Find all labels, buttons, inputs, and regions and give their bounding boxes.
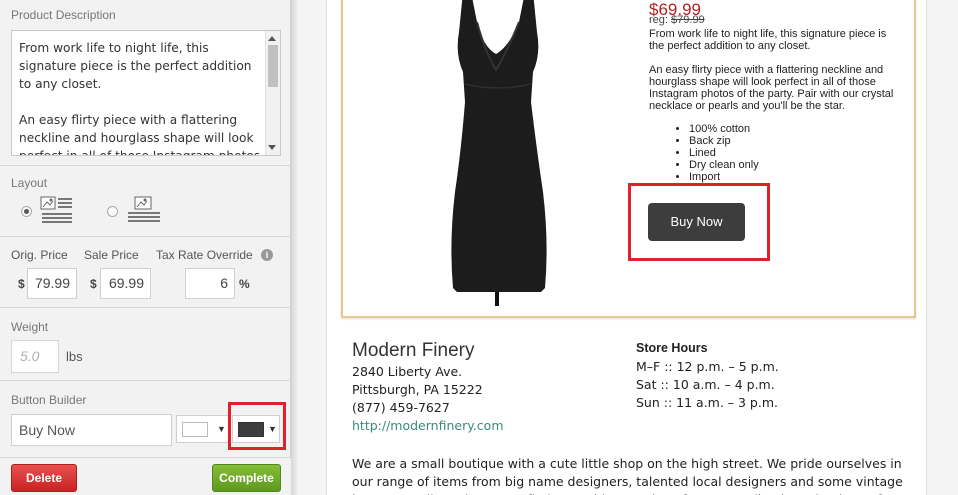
product-description-paragraph: From work life to night life, this signa… [649,28,887,52]
feature-list: 100% cotton Back zip Lined Dry clean onl… [689,123,759,183]
description-scrollbar[interactable] [265,31,280,155]
layout-option-radio-1[interactable] [21,206,32,217]
feature-item: Back zip [689,135,759,147]
panel-shadow [291,0,299,495]
layout-option-radio-2[interactable] [107,206,118,217]
feature-item: Lined [689,147,759,159]
weight-input[interactable]: 5.0 [11,340,59,373]
store-hours-line: M–F :: 12 p.m. – 5 p.m. [636,359,779,374]
feature-item: 100% cotton [689,123,759,135]
description-paragraph: An easy flirty piece with a flattering n… [19,113,261,156]
regular-price-prefix: reg: [649,14,668,26]
weight-title: Weight [11,320,49,334]
text-color-swatch [182,422,208,437]
description-title: Product Description [11,8,116,22]
text-color-picker[interactable]: ▼ [176,415,231,443]
store-name: Modern Finery [352,340,475,361]
layout-section: Layout [0,166,291,237]
product-description-paragraph: An easy flirty piece with a flattering n… [649,64,894,112]
orig-price-label: Orig. Price [11,248,68,262]
tax-rate-label: Tax Rate Override [156,248,253,262]
email-preview: $69.99 reg: $79.99 From work life to nig… [299,0,958,495]
sale-price-input[interactable]: 69.99 [100,268,151,299]
product-image [433,0,563,312]
orig-price-input[interactable]: 79.99 [27,268,77,299]
product-card: $69.99 reg: $79.99 From work life to nig… [341,0,916,318]
regular-price-value: $79.99 [671,14,705,26]
description-paragraph: From work life to night life, this signa… [19,41,252,91]
preview-page: $69.99 reg: $79.99 From work life to nig… [326,0,927,495]
weight-unit: lbs [66,349,83,364]
description-textarea[interactable]: From work life to night life, this signa… [11,30,281,156]
highlight-annotation [628,183,770,261]
percent-symbol: % [239,277,250,291]
tax-rate-input[interactable]: 6 [185,268,235,299]
delete-button[interactable]: Delete [11,464,77,492]
layout-image-left-icon[interactable] [40,196,74,224]
info-icon[interactable]: i [261,249,273,261]
store-address-line2: Pittsburgh, PA 15222 [352,382,483,397]
scroll-thumb[interactable] [268,45,278,87]
about-paragraph: We are a small boutique with a cute litt… [352,456,903,495]
button-text-input[interactable]: Buy Now [11,414,172,446]
layout-title: Layout [11,176,48,190]
feature-item: Import [689,171,759,183]
store-hours-line: Sat :: 10 a.m. – 4 p.m. [636,377,775,392]
layout-image-top-icon[interactable] [126,196,162,226]
scroll-down-arrow-icon[interactable] [268,145,276,150]
feature-item: Dry clean only [689,159,759,171]
complete-button[interactable]: Complete [212,464,281,492]
currency-symbol: $ [90,277,97,291]
description-section: Product Description From work life to ni… [0,0,291,166]
store-phone: (877) 459-7627 [352,400,450,415]
regular-price: reg: $79.99 [649,14,705,26]
dropdown-caret-icon: ▼ [217,424,226,434]
store-hours-line: Sun :: 11 a.m. – 3 p.m. [636,395,778,410]
action-bar: Delete Complete [0,457,291,495]
product-description: From work life to night life, this signa… [649,28,899,124]
store-website-link[interactable]: http://modernfinery.com [352,418,504,433]
highlight-annotation [228,402,286,450]
store-address-line1: 2840 Liberty Ave. [352,364,463,379]
sale-price-label: Sale Price [84,248,139,262]
button-builder-title: Button Builder [11,393,87,407]
editor-panel: Product Description From work life to ni… [0,0,291,495]
scroll-up-arrow-icon[interactable] [268,36,276,41]
currency-symbol: $ [18,277,25,291]
store-hours-title: Store Hours [636,341,708,355]
